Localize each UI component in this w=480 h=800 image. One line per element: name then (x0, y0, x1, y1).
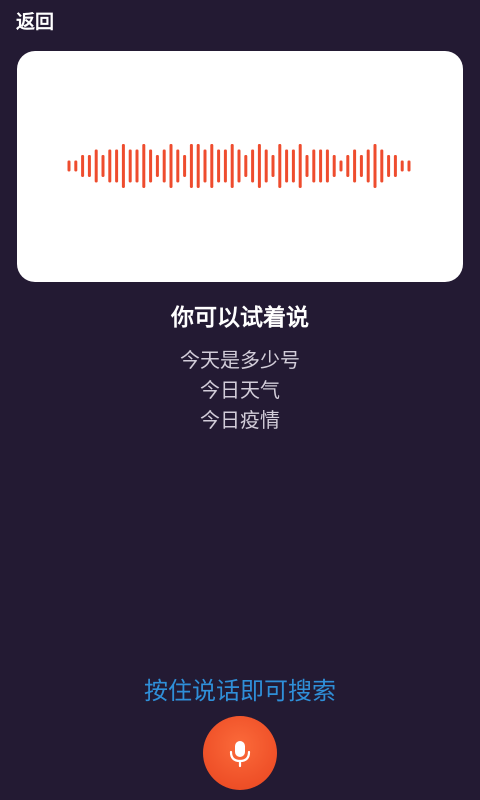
waveform-bar (305, 155, 309, 177)
waveform-bar (271, 155, 275, 177)
waveform-bar (196, 144, 200, 188)
waveform-bar (387, 155, 391, 177)
waveform-bar (217, 149, 221, 183)
voice-waveform-card (17, 51, 463, 282)
waveform-bar (121, 144, 125, 188)
suggestion-item[interactable]: 今天是多少号 (0, 345, 480, 375)
voice-waveform (67, 144, 411, 188)
waveform-bar (189, 144, 193, 188)
waveform-bar (115, 149, 119, 183)
waveform-bar (339, 160, 343, 172)
waveform-bar (169, 144, 173, 188)
waveform-bar (400, 160, 404, 172)
waveform-bar (366, 149, 370, 183)
back-button[interactable]: 返回 (16, 10, 54, 34)
microphone-icon (229, 741, 251, 768)
waveform-bar (149, 149, 153, 183)
waveform-bar (142, 144, 146, 188)
waveform-bar (346, 155, 350, 177)
waveform-bar (251, 149, 255, 183)
waveform-bar (325, 149, 329, 183)
waveform-bar (264, 149, 268, 183)
waveform-bar (380, 149, 384, 183)
suggestion-item[interactable]: 今日天气 (0, 375, 480, 405)
microphone-button[interactable] (203, 716, 277, 790)
waveform-bar (244, 155, 248, 177)
waveform-bar (176, 149, 180, 183)
suggestion-list: 今天是多少号 今日天气 今日疫情 (0, 345, 480, 435)
waveform-bar (230, 144, 234, 188)
waveform-bar (359, 155, 363, 177)
hint-title: 你可以试着说 (171, 305, 309, 331)
waveform-bar (373, 144, 377, 188)
waveform-bar (210, 144, 214, 188)
waveform-bar (319, 149, 323, 183)
waveform-bar (162, 149, 166, 183)
waveform-bar (101, 155, 105, 177)
waveform-bar (353, 149, 357, 183)
waveform-bar (128, 149, 132, 183)
waveform-bar (155, 155, 159, 177)
hold-to-speak-prompt: 按住说话即可搜索 (144, 677, 336, 705)
waveform-bar (278, 144, 282, 188)
waveform-bar (203, 149, 207, 183)
waveform-bar (67, 160, 71, 172)
waveform-bar (74, 160, 78, 172)
suggestion-item[interactable]: 今日疫情 (0, 405, 480, 435)
waveform-bar (257, 144, 261, 188)
waveform-bar (407, 160, 411, 172)
waveform-bar (393, 155, 397, 177)
waveform-bar (237, 149, 241, 183)
waveform-bar (312, 149, 316, 183)
waveform-bar (332, 155, 336, 177)
waveform-bar (285, 149, 289, 183)
waveform-bar (298, 144, 302, 188)
waveform-bar (291, 149, 295, 183)
waveform-bar (135, 149, 139, 183)
waveform-bar (87, 155, 91, 177)
waveform-bar (223, 149, 227, 183)
waveform-bar (183, 155, 187, 177)
waveform-bar (81, 155, 85, 177)
waveform-bar (108, 149, 112, 183)
waveform-bar (94, 149, 98, 183)
